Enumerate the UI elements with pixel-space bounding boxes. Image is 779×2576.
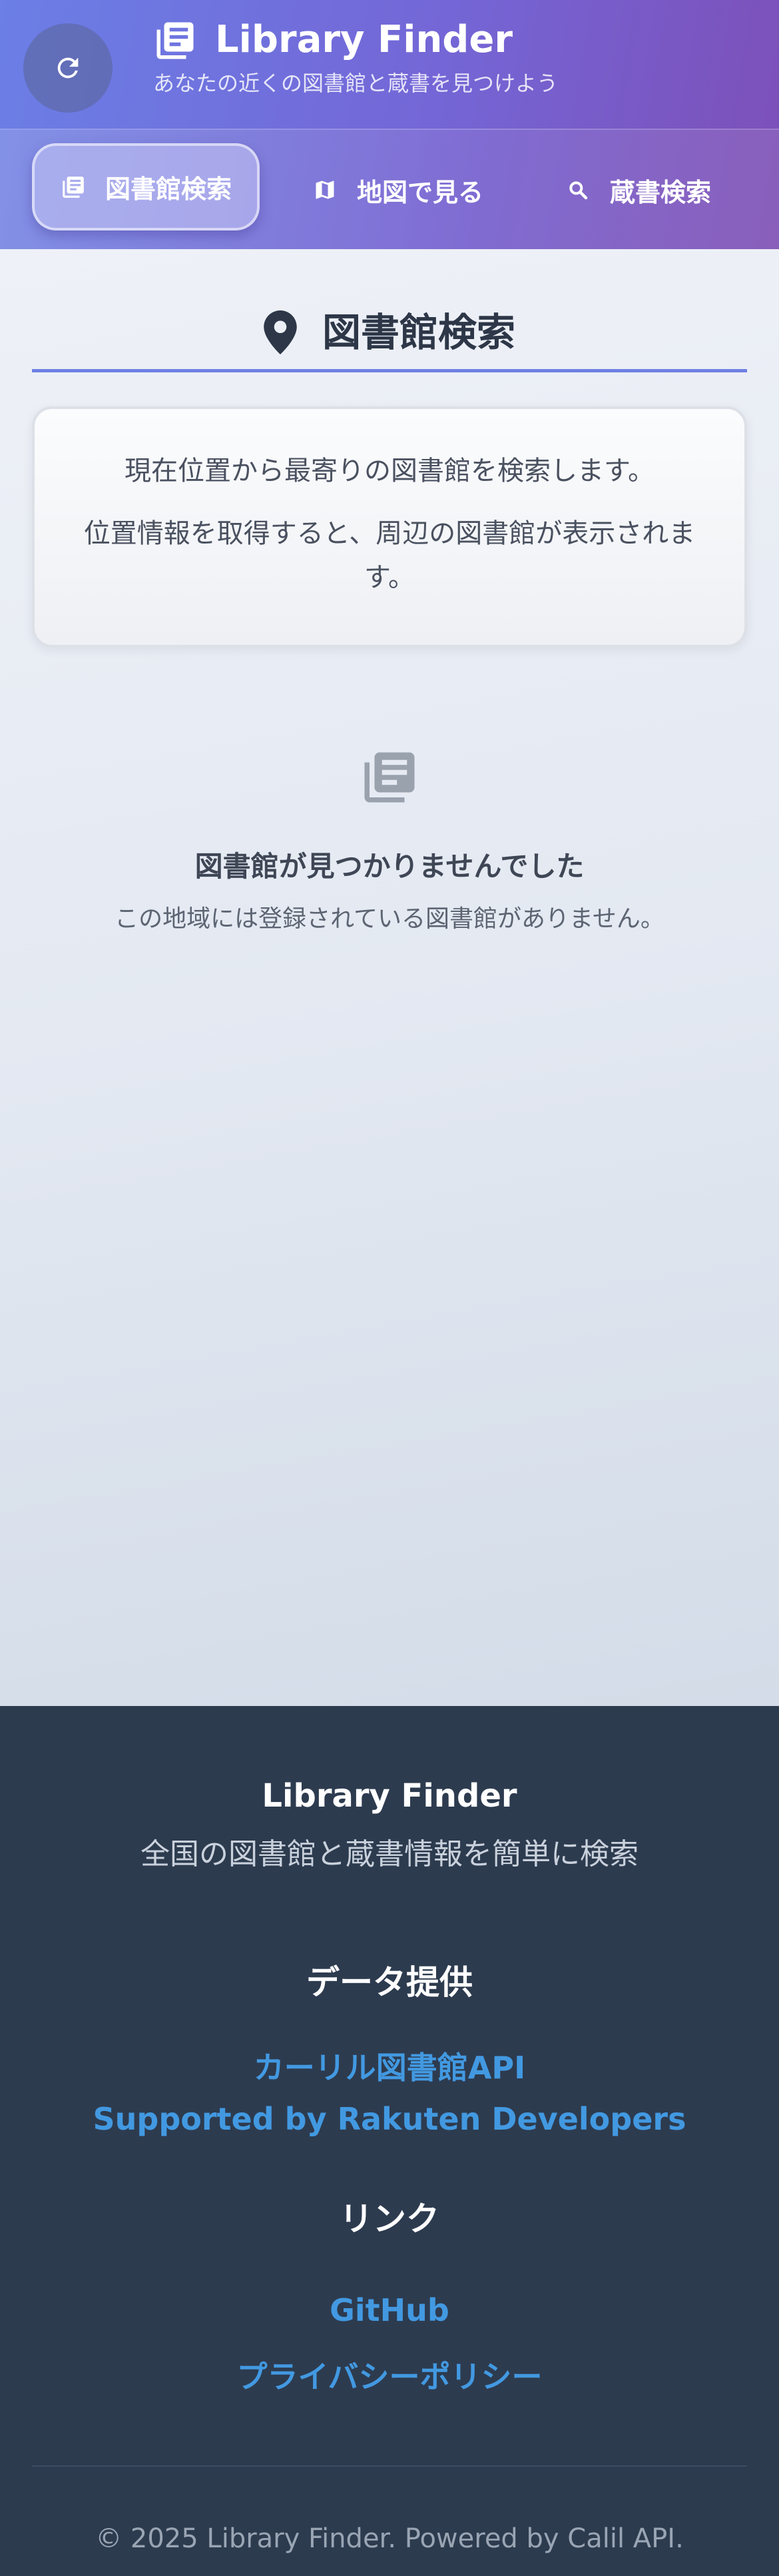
tab-label: 蔵書検索 <box>610 177 712 207</box>
tab-book-search[interactable]: 蔵書検索 <box>565 163 711 216</box>
map-icon <box>312 177 338 203</box>
rakuten-developers-link[interactable]: Supported by Rakuten Developers <box>0 2097 779 2141</box>
footer-divider <box>32 2465 747 2467</box>
main-content: 図書館検索 現在位置から最寄りの図書館を検索します。 位置情報を取得すると、周辺… <box>0 249 779 1706</box>
search-icon <box>565 177 591 203</box>
section-title: 図書館検索 <box>0 302 779 362</box>
footer-data-heading: データ提供 <box>306 1963 473 2002</box>
app-title: Library Finder <box>215 18 513 61</box>
refresh-button[interactable] <box>23 23 113 113</box>
empty-state-title: 図書館が見つかりませんでした <box>194 850 585 883</box>
empty-state-description: この地域には登録されている図書館がありません。 <box>115 905 664 933</box>
footer-description: 全国の図書館と蔵書情報を簡単に検索 <box>140 1837 639 1871</box>
app-header: Library Finder あなたの近くの図書館と蔵書を見つけよう 図書館検索… <box>0 0 779 249</box>
library-books-icon <box>60 174 87 201</box>
section-title-text: 図書館検索 <box>322 310 515 355</box>
library-books-icon <box>156 22 194 59</box>
tab-map-view[interactable]: 地図で見る <box>312 163 483 216</box>
privacy-policy-link[interactable]: プライバシーポリシー <box>0 2355 779 2399</box>
info-text-primary: 現在位置から最寄りの図書館を検索します。 <box>125 456 654 486</box>
app-subtitle: あなたの近くの図書館と蔵書を見つけよう <box>153 71 559 96</box>
footer-title: Library Finder <box>262 1777 517 1815</box>
header-top-bar: Library Finder あなたの近くの図書館と蔵書を見つけよう <box>0 0 779 129</box>
github-link[interactable]: GitHub <box>0 2288 779 2332</box>
tab-label: 地図で見る <box>357 177 484 207</box>
title-underline <box>32 369 747 372</box>
footer-links-heading: リンク <box>340 2200 439 2238</box>
refresh-icon <box>57 57 79 79</box>
main-nav: 図書館検索 地図で見る 蔵書検索 <box>0 130 779 249</box>
library-books-icon <box>364 752 415 803</box>
tab-library-search[interactable]: 図書館検索 <box>32 143 260 230</box>
site-footer: Library Finder 全国の図書館と蔵書情報を簡単に検索 データ提供 カ… <box>0 1706 779 2576</box>
tab-label: 図書館検索 <box>105 175 232 204</box>
info-text-secondary: 位置情報を取得すると、周辺の図書館が表示されます。 <box>83 518 696 593</box>
copyright-text: © 2025 Library Finder. Powered by Calil … <box>95 2523 684 2554</box>
location-pin-icon <box>264 310 297 354</box>
info-card: 現在位置から最寄りの図書館を検索します。 位置情報を取得すると、周辺の図書館が表… <box>32 406 747 647</box>
calil-api-link[interactable]: カーリル図書館API <box>0 2046 779 2090</box>
